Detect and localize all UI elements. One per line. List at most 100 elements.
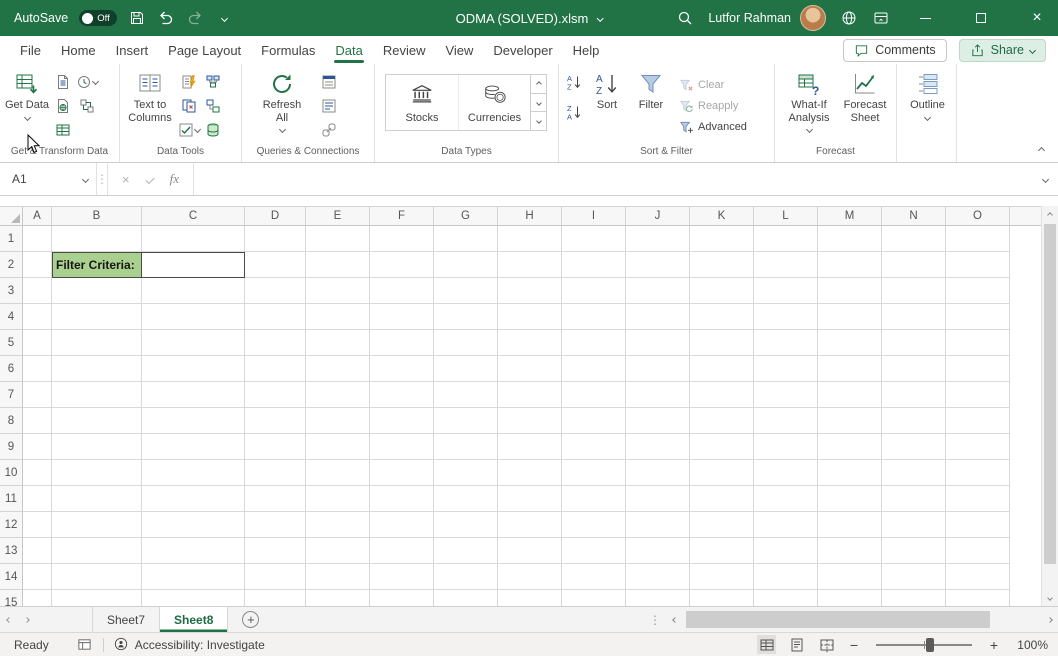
cell-F12[interactable] [370,512,434,538]
currencies-button[interactable]: Currencies [458,75,530,130]
row-header-2[interactable]: 2 [0,252,23,278]
cell-A9[interactable] [23,434,52,460]
cell-N4[interactable] [882,304,946,330]
sort-button[interactable]: AZ Sort [587,67,627,112]
cell-H9[interactable] [498,434,562,460]
cell-I7[interactable] [562,382,626,408]
cell-I2[interactable] [562,252,626,278]
cell-B2[interactable]: Filter Criteria: [52,252,142,278]
cell-C6[interactable] [142,356,245,382]
horizontal-scroll-track[interactable] [683,607,1041,632]
cell-A4[interactable] [23,304,52,330]
row-header-10[interactable]: 10 [0,460,23,486]
column-header-J[interactable]: J [626,207,690,225]
cell-C1[interactable] [142,226,245,252]
cell-J12[interactable] [626,512,690,538]
share-button[interactable]: Share [958,38,1046,62]
cell-O4[interactable] [946,304,1010,330]
cell-D4[interactable] [245,304,306,330]
cell-L12[interactable] [754,512,818,538]
cell-D14[interactable] [245,564,306,590]
from-web-button[interactable] [52,96,74,115]
select-all-corner[interactable] [0,207,23,225]
cell-J2[interactable] [626,252,690,278]
cell-C3[interactable] [142,278,245,304]
cell-F7[interactable] [370,382,434,408]
sheet-nav-left-button[interactable] [0,607,18,632]
cell-H15[interactable] [498,590,562,606]
cell-D7[interactable] [245,382,306,408]
cell-H6[interactable] [498,356,562,382]
cell-G4[interactable] [434,304,498,330]
cell-F3[interactable] [370,278,434,304]
cell-I1[interactable] [562,226,626,252]
cell-N8[interactable] [882,408,946,434]
cell-F10[interactable] [370,460,434,486]
row-header-15[interactable]: 15 [0,590,23,606]
cell-O7[interactable] [946,382,1010,408]
cell-F13[interactable] [370,538,434,564]
cell-H1[interactable] [498,226,562,252]
cell-I13[interactable] [562,538,626,564]
cell-E8[interactable] [306,408,370,434]
cell-A13[interactable] [23,538,52,564]
cell-O14[interactable] [946,564,1010,590]
cell-B10[interactable] [52,460,142,486]
cell-E12[interactable] [306,512,370,538]
cell-D15[interactable] [245,590,306,606]
cell-I15[interactable] [562,590,626,606]
cell-J14[interactable] [626,564,690,590]
cell-B14[interactable] [52,564,142,590]
cell-J10[interactable] [626,460,690,486]
from-text-csv-button[interactable] [52,72,74,91]
cell-L13[interactable] [754,538,818,564]
reapply-filter-button[interactable]: Reapply [679,97,747,115]
what-if-analysis-button[interactable]: ? What-If Analysis [781,67,837,134]
cell-B1[interactable] [52,226,142,252]
cell-O15[interactable] [946,590,1010,606]
search-icon[interactable] [676,9,694,27]
cell-A15[interactable] [23,590,52,606]
cell-J1[interactable] [626,226,690,252]
cell-O9[interactable] [946,434,1010,460]
cell-B15[interactable] [52,590,142,606]
cell-K12[interactable] [690,512,754,538]
cell-N13[interactable] [882,538,946,564]
cell-C12[interactable] [142,512,245,538]
cell-C5[interactable] [142,330,245,356]
cell-N1[interactable] [882,226,946,252]
cell-J5[interactable] [626,330,690,356]
cell-J4[interactable] [626,304,690,330]
cell-I3[interactable] [562,278,626,304]
cell-N15[interactable] [882,590,946,606]
cell-N3[interactable] [882,278,946,304]
cell-K11[interactable] [690,486,754,512]
cell-M6[interactable] [818,356,882,382]
column-header-I[interactable]: I [562,207,626,225]
cell-G10[interactable] [434,460,498,486]
cell-C10[interactable] [142,460,245,486]
cell-M2[interactable] [818,252,882,278]
cell-I6[interactable] [562,356,626,382]
cell-B11[interactable] [52,486,142,512]
cell-N2[interactable] [882,252,946,278]
formula-input[interactable] [194,163,1032,195]
cell-G12[interactable] [434,512,498,538]
cell-G9[interactable] [434,434,498,460]
cell-J11[interactable] [626,486,690,512]
remove-duplicates-button[interactable] [178,96,200,115]
cell-A5[interactable] [23,330,52,356]
cell-L15[interactable] [754,590,818,606]
cell-K7[interactable] [690,382,754,408]
cell-B8[interactable] [52,408,142,434]
cell-M15[interactable] [818,590,882,606]
cell-C8[interactable] [142,408,245,434]
row-header-1[interactable]: 1 [0,226,23,252]
cell-N10[interactable] [882,460,946,486]
name-box[interactable]: A1 [0,163,96,195]
cell-G13[interactable] [434,538,498,564]
column-header-N[interactable]: N [882,207,946,225]
cell-E7[interactable] [306,382,370,408]
cell-H3[interactable] [498,278,562,304]
cell-B5[interactable] [52,330,142,356]
